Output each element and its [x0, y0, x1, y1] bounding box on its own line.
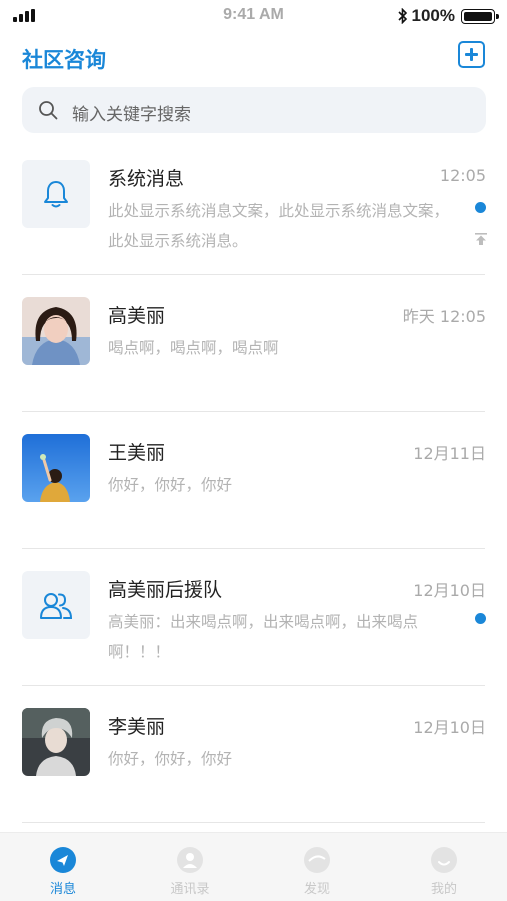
tab-messages[interactable]: 消息 [0, 833, 126, 901]
tab-label: 消息 [49, 882, 76, 897]
conversation-name: 系统消息 [108, 168, 185, 190]
header: 社区咨询 [0, 40, 507, 80]
conversation-preview: 高美丽：出来喝点啊，出来喝点啊，出来喝点啊！！！ [108, 613, 419, 661]
battery-icon [461, 8, 499, 24]
conversation-time: 12月11日 [413, 444, 486, 463]
conversation-preview: 你好，你好，你好 [108, 476, 233, 494]
battery-percent: 100% [411, 6, 455, 25]
group-icon [40, 593, 73, 619]
tab-label: 通讯录 [170, 882, 210, 897]
conversation-time: 昨天 12:05 [402, 307, 486, 326]
tab-label: 我的 [430, 882, 457, 897]
avatar [22, 160, 90, 228]
conversation-item[interactable]: 李美丽 12月10日 你好，你好，你好 [0, 686, 507, 823]
conversation-time: 12月10日 [413, 581, 486, 600]
conversation-item[interactable]: 系统消息 12:05 此处显示系统消息文案，此处显示系统消息文案，此处显示系统消… [0, 138, 507, 275]
conversation-item[interactable]: 高美丽 昨天 12:05 喝点啊，喝点啊，喝点啊 [0, 275, 507, 412]
contacts-icon [177, 847, 203, 873]
search-icon [39, 101, 58, 120]
conversation-item[interactable]: 高美丽后援队 12月10日 高美丽：出来喝点啊，出来喝点啊，出来喝点啊！！！ [0, 549, 507, 686]
unread-dot [475, 202, 486, 213]
conversation-name: 王美丽 [108, 442, 166, 464]
avatar [22, 434, 90, 502]
search-input[interactable]: 输入关键字搜索 [22, 87, 486, 133]
conversation-preview: 你好，你好，你好 [108, 750, 233, 768]
tab-contacts[interactable]: 通讯录 [127, 833, 253, 901]
bell-icon [44, 181, 68, 208]
conversation-name: 高美丽后援队 [108, 579, 223, 601]
conversation-time: 12:05 [439, 166, 486, 185]
conversation-list: 系统消息 12:05 此处显示系统消息文案，此处显示系统消息文案，此处显示系统消… [0, 138, 507, 823]
conversation-item[interactable]: 王美丽 12月11日 你好，你好，你好 [0, 412, 507, 549]
discover-icon [304, 847, 330, 873]
tab-bar: 消息 通讯录 发现 我的 [0, 832, 507, 901]
bluetooth-icon [397, 8, 407, 24]
avatar-photo [22, 708, 90, 776]
avatar [22, 708, 90, 776]
pin-top-icon[interactable] [474, 232, 488, 246]
add-button[interactable] [458, 41, 485, 68]
tab-label: 发现 [303, 882, 330, 897]
avatar-photo [22, 297, 90, 365]
status-bar: 9:41 AM 100% [0, 0, 507, 32]
conversation-preview: 喝点啊，喝点啊，喝点啊 [108, 339, 279, 357]
profile-icon [431, 847, 457, 873]
tab-profile[interactable]: 我的 [381, 833, 507, 901]
avatar [22, 571, 90, 639]
conversation-time: 12月10日 [413, 718, 486, 737]
conversation-name: 高美丽 [108, 305, 166, 327]
search-placeholder: 输入关键字搜索 [72, 105, 191, 125]
send-icon [50, 847, 76, 873]
conversation-preview: 此处显示系统消息文案，此处显示系统消息文案，此处显示系统消息。 [108, 202, 450, 250]
page-title: 社区咨询 [22, 48, 106, 72]
conversation-name: 李美丽 [108, 716, 166, 738]
avatar [22, 297, 90, 365]
tab-discover[interactable]: 发现 [254, 833, 380, 901]
avatar-photo [22, 434, 90, 502]
unread-dot [475, 613, 486, 624]
divider [22, 822, 485, 823]
